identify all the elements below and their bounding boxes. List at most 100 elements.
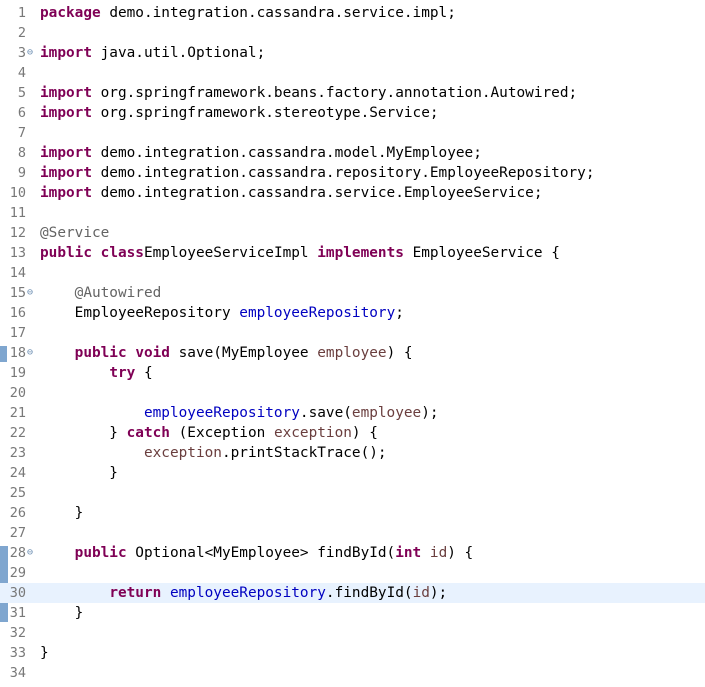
line-number: 26 bbox=[9, 505, 26, 521]
code-line-13[interactable]: 13 public classEmployeeServiceImpl implem… bbox=[0, 243, 705, 263]
code-line-26[interactable]: 26 } bbox=[0, 503, 705, 523]
code-token: java.util.Optional; bbox=[91, 45, 266, 61]
code-text: import java.util.Optional; bbox=[40, 43, 265, 63]
code-text: } bbox=[40, 603, 84, 623]
code-line-1[interactable]: 1 package demo.integration.cassandra.serv… bbox=[0, 3, 705, 23]
code-line-18[interactable]: 18 ⊖ public void save(MyEmployee employee… bbox=[0, 343, 705, 363]
code-line-6[interactable]: 6 import org.springframework.stereotype.S… bbox=[0, 103, 705, 123]
fold-toggle-icon[interactable]: ⊖ bbox=[27, 543, 37, 563]
code-line-32[interactable]: 32 bbox=[0, 623, 705, 643]
keyword-token: int bbox=[395, 545, 422, 561]
keyword-token: import bbox=[40, 85, 92, 101]
code-text: exception.printStackTrace(); bbox=[40, 443, 387, 463]
code-text: public classEmployeeServiceImpl implemen… bbox=[40, 243, 560, 263]
code-token: ); bbox=[421, 405, 439, 421]
code-text: try { bbox=[40, 363, 152, 383]
line-number: 25 bbox=[9, 485, 26, 501]
code-line-7[interactable]: 7 bbox=[0, 123, 705, 143]
code-editor[interactable]: 1 package demo.integration.cassandra.serv… bbox=[0, 0, 705, 687]
code-line-34[interactable]: 34 bbox=[0, 663, 705, 683]
code-text: public void save(MyEmployee employee) { bbox=[40, 343, 413, 363]
code-line-14[interactable]: 14 bbox=[0, 263, 705, 283]
code-line-5[interactable]: 5 import org.springframework.beans.factor… bbox=[0, 83, 705, 103]
line-number: 28 bbox=[9, 545, 26, 561]
keyword-token: try bbox=[109, 365, 136, 381]
code-line-4[interactable]: 4 bbox=[0, 63, 705, 83]
code-line-27[interactable]: 27 bbox=[0, 523, 705, 543]
code-line-22[interactable]: 22 } catch (Exception exception) { bbox=[0, 423, 705, 443]
line-number: 6 bbox=[17, 105, 26, 121]
fold-toggle-icon[interactable]: ⊖ bbox=[27, 283, 37, 303]
keyword-token: public bbox=[40, 245, 92, 261]
code-token: EmployeeServiceImpl bbox=[143, 245, 318, 261]
code-line-2[interactable]: 2 bbox=[0, 23, 705, 43]
code-token: ; bbox=[395, 305, 404, 321]
code-line-21[interactable]: 21 employeeRepository.save(employee); bbox=[0, 403, 705, 423]
code-line-33[interactable]: 33} bbox=[0, 643, 705, 663]
code-line-28[interactable]: 28 ⊖ public Optional<MyEmployee> findById… bbox=[0, 543, 705, 563]
fold-toggle-icon[interactable]: ⊖ bbox=[27, 43, 37, 63]
code-token: .findById( bbox=[325, 585, 413, 601]
parameter-token: employee bbox=[351, 405, 422, 421]
code-text: } bbox=[40, 463, 118, 483]
line-number: 13 bbox=[9, 245, 26, 261]
code-line-15[interactable]: 15 ⊖ @Autowired bbox=[0, 283, 705, 303]
code-line-16[interactable]: 16 EmployeeRepository employeeRepository… bbox=[0, 303, 705, 323]
code-token: } bbox=[40, 425, 127, 441]
code-line-19[interactable]: 19 try { bbox=[0, 363, 705, 383]
code-line-11[interactable]: 11 bbox=[0, 203, 705, 223]
keyword-token: public bbox=[74, 545, 127, 561]
code-text: import org.springframework.beans.factory… bbox=[40, 83, 577, 103]
code-text: @Autowired bbox=[40, 283, 162, 303]
code-text: } bbox=[40, 503, 84, 523]
code-text: package demo.integration.cassandra.servi… bbox=[40, 3, 456, 23]
line-number: 29 bbox=[9, 565, 26, 581]
line-number: 9 bbox=[17, 165, 26, 181]
code-token: .save( bbox=[299, 405, 352, 421]
code-line-24[interactable]: 24 } bbox=[0, 463, 705, 483]
code-text: import demo.integration.cassandra.model.… bbox=[40, 143, 482, 163]
code-token: org.springframework.beans.factory.annota… bbox=[91, 85, 578, 101]
line-number: 31 bbox=[9, 605, 26, 621]
line-number: 33 bbox=[9, 645, 26, 661]
code-line-23[interactable]: 23 exception.printStackTrace(); bbox=[0, 443, 705, 463]
code-line-31[interactable]: 31 } bbox=[0, 603, 705, 623]
field-token: employeeRepository bbox=[169, 585, 326, 601]
parameter-token: id bbox=[412, 585, 430, 601]
code-line-9[interactable]: 9 import demo.integration.cassandra.repos… bbox=[0, 163, 705, 183]
code-line-17[interactable]: 17 bbox=[0, 323, 705, 343]
annotation-token: @Autowired bbox=[74, 285, 162, 301]
code-token: } bbox=[40, 505, 84, 521]
code-line-3[interactable]: 3 ⊖ import java.util.Optional; bbox=[0, 43, 705, 63]
parameter-token: id bbox=[429, 545, 448, 561]
code-token: ) { bbox=[447, 545, 474, 561]
code-line-20[interactable]: 20 bbox=[0, 383, 705, 403]
fold-toggle-icon[interactable]: ⊖ bbox=[27, 343, 37, 363]
code-token: save(MyEmployee bbox=[169, 345, 318, 361]
keyword-token: import bbox=[40, 165, 92, 181]
code-line-10[interactable]: 10 import demo.integration.cassandra.serv… bbox=[0, 183, 705, 203]
code-text: @Service bbox=[40, 223, 109, 243]
keyword-token: catch bbox=[126, 425, 170, 441]
code-line-8[interactable]: 8 import demo.integration.cassandra.model… bbox=[0, 143, 705, 163]
code-line-30[interactable]: 30 return employeeRepository.findById(id… bbox=[0, 583, 705, 603]
line-number: 11 bbox=[9, 205, 26, 221]
line-number: 14 bbox=[9, 265, 26, 281]
code-text: employeeRepository.save(employee); bbox=[40, 403, 439, 423]
code-line-29[interactable]: 29 bbox=[0, 563, 705, 583]
code-token: org.springframework.stereotype.Service; bbox=[91, 105, 439, 121]
code-text: import demo.integration.cassandra.reposi… bbox=[40, 163, 595, 183]
annotation-token: @Service bbox=[40, 225, 110, 241]
line-number: 10 bbox=[9, 185, 26, 201]
line-number: 1 bbox=[17, 5, 26, 21]
code-line-25[interactable]: 25 bbox=[0, 483, 705, 503]
code-line-12[interactable]: 12 @Service bbox=[0, 223, 705, 243]
code-token: demo.integration.cassandra.model.MyEmplo… bbox=[91, 145, 482, 161]
